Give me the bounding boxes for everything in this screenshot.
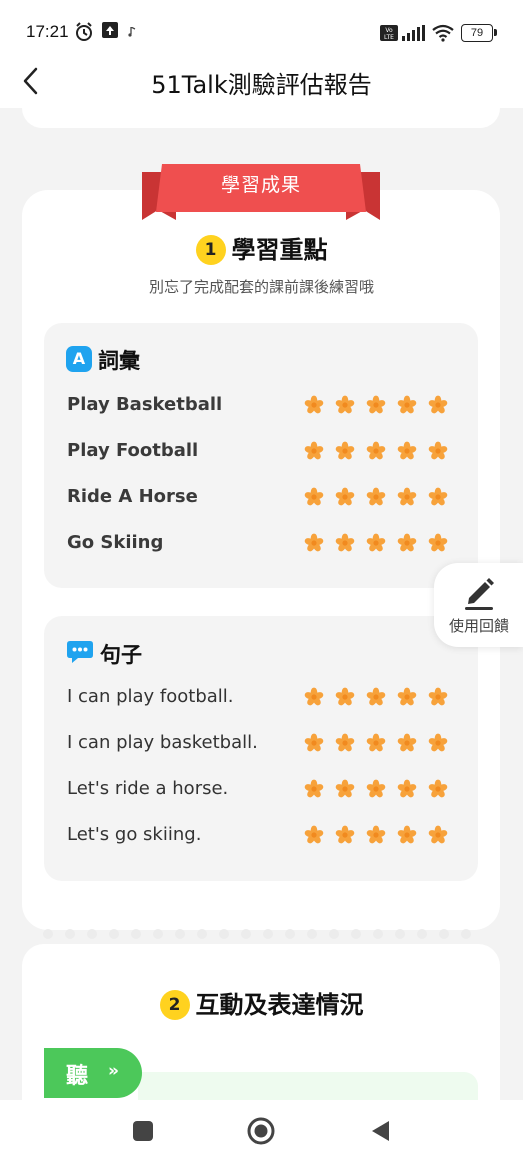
- feedback-button[interactable]: 使用回饋: [434, 563, 523, 647]
- home-circle-icon[interactable]: [246, 1116, 276, 1146]
- star-icon: [366, 487, 386, 506]
- battery-tip: [494, 29, 497, 36]
- star-icon: [304, 533, 324, 552]
- section2-number-badge: 2: [159, 990, 190, 1020]
- perforated-divider: [22, 925, 500, 943]
- section1-subtitle: 別忘了完成配套的課前課後練習哦: [148, 278, 374, 296]
- vocab-item-label: Play Football: [67, 440, 199, 461]
- star-icon: [397, 487, 417, 506]
- section2-title: 互動及表達情況: [195, 991, 364, 1019]
- upload-icon: [102, 22, 118, 38]
- sentence-item-label: I can play basketball.: [67, 732, 258, 753]
- sentence-rating: [301, 777, 453, 803]
- star-icon: [397, 533, 417, 552]
- previous-card: [22, 108, 500, 128]
- ribbon-label: 學習成果: [220, 174, 301, 196]
- sentence-item-label: Let's ride a horse.: [67, 778, 229, 799]
- recents-square-icon[interactable]: [132, 1120, 154, 1142]
- speech-bubble-icon: [67, 641, 93, 663]
- system-nav-bar: [0, 1100, 523, 1163]
- star-icon: [366, 533, 386, 552]
- star-icon: [428, 687, 448, 706]
- sentence-rating: [301, 823, 453, 849]
- vocab-item-label: Ride A Horse: [67, 486, 198, 507]
- star-icon: [335, 825, 355, 844]
- star-icon: [335, 733, 355, 752]
- feedback-label: 使用回饋: [448, 617, 509, 635]
- vocab-title: 詞彙: [98, 349, 140, 373]
- star-icon: [366, 825, 386, 844]
- vocab-a-icon: A: [66, 346, 92, 372]
- star-icon: [397, 441, 417, 460]
- star-icon: [304, 687, 324, 706]
- star-icon: [397, 779, 417, 798]
- star-icon: [397, 733, 417, 752]
- star-icon: [335, 687, 355, 706]
- star-icon: [335, 441, 355, 460]
- star-icon: [428, 395, 448, 414]
- double-chevron-right-icon: »: [108, 1061, 119, 1081]
- status-bar: 17:21 Vo LTE 79: [0, 0, 523, 62]
- nav-bar: 51Talk測驗評估報告: [0, 62, 523, 108]
- star-icon: [304, 487, 324, 506]
- pencil-icon: [465, 578, 494, 610]
- star-icon: [366, 395, 386, 414]
- star-icon: [428, 779, 448, 798]
- sentence-rating: [301, 685, 453, 711]
- star-icon: [335, 533, 355, 552]
- music-note-icon: [128, 27, 136, 37]
- star-icon: [304, 779, 324, 798]
- section1-title: 學習重點: [231, 236, 328, 264]
- vocab-rating: [301, 439, 453, 465]
- vocab-rating: [301, 531, 453, 557]
- sentence-item-label: I can play football.: [67, 686, 234, 707]
- alarm-icon: [76, 22, 92, 41]
- section2-heading: 2 互動及表達情況: [0, 985, 523, 1020]
- vocab-item-label: Play Basketball: [67, 394, 223, 415]
- sentence-rating: [301, 731, 453, 757]
- vocab-rating: [301, 393, 453, 419]
- star-icon: [428, 825, 448, 844]
- star-icon: [366, 733, 386, 752]
- section1-heading: 1 學習重點: [0, 230, 523, 265]
- battery-icon: 79: [461, 24, 493, 42]
- star-icon: [335, 395, 355, 414]
- star-icon: [397, 687, 417, 706]
- star-icon: [366, 441, 386, 460]
- star-icon: [428, 533, 448, 552]
- listen-label: 聽: [66, 1064, 89, 1089]
- signal-icon: [402, 25, 425, 41]
- battery-level: 79: [470, 27, 484, 39]
- status-time: 17:21: [26, 22, 69, 41]
- wifi-icon: [432, 24, 454, 42]
- star-icon: [428, 733, 448, 752]
- section1-number-badge: 1: [195, 235, 226, 265]
- back-triangle-icon[interactable]: [369, 1119, 391, 1143]
- vocab-rating: [301, 485, 453, 511]
- sentences-title: 句子: [100, 643, 142, 667]
- svg-text:LTE: LTE: [384, 34, 394, 41]
- star-icon: [397, 395, 417, 414]
- star-icon: [304, 733, 324, 752]
- volte-icon: Vo LTE: [380, 25, 398, 41]
- star-icon: [304, 441, 324, 460]
- star-icon: [397, 825, 417, 844]
- star-icon: [304, 825, 324, 844]
- star-icon: [366, 687, 386, 706]
- star-icon: [335, 487, 355, 506]
- svg-text:Vo: Vo: [385, 27, 393, 34]
- star-icon: [366, 779, 386, 798]
- vocab-item-label: Go Skiing: [67, 532, 164, 553]
- star-icon: [428, 487, 448, 506]
- listen-tab[interactable]: 聽 »: [44, 1048, 142, 1098]
- star-icon: [335, 779, 355, 798]
- sentence-item-label: Let's go skiing.: [67, 824, 202, 845]
- star-icon: [304, 395, 324, 414]
- page-title: 51Talk測驗評估報告: [151, 71, 372, 99]
- star-icon: [428, 441, 448, 460]
